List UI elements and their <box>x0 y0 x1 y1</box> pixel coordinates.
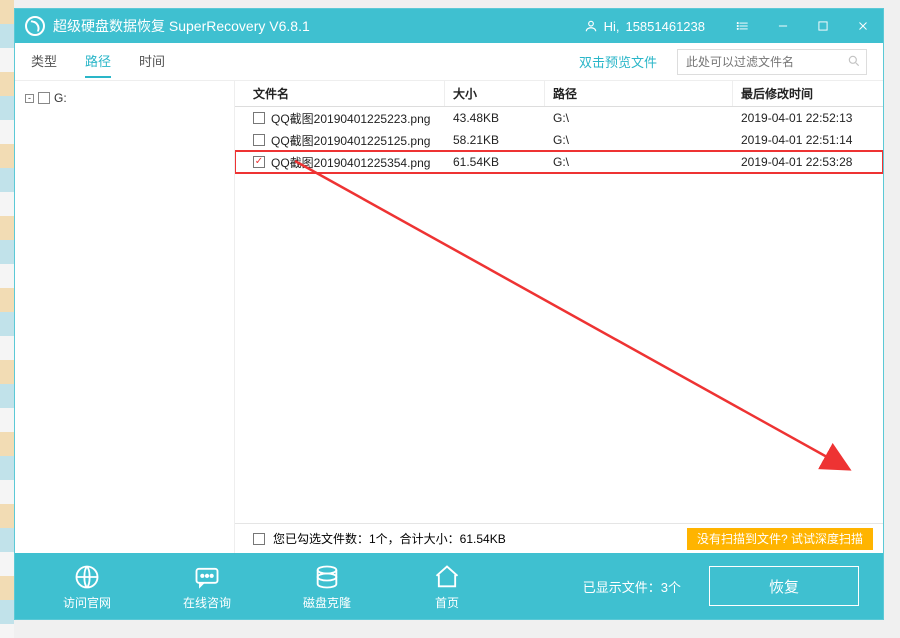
tree-root-label: G: <box>54 91 67 105</box>
app-logo-icon <box>25 16 45 36</box>
selection-summary: 您已勾选文件数：1个，合计大小：61.54KB <box>273 530 506 547</box>
tab-type[interactable]: 类型 <box>31 45 57 78</box>
chat-icon <box>192 562 222 592</box>
footer-site-label: 访问官网 <box>63 594 111 611</box>
col-name[interactable]: 文件名 <box>235 81 445 106</box>
file-rows: QQ截图20190401225223.png43.48KBG:\2019-04-… <box>235 107 883 523</box>
app-window: 超级硬盘数据恢复 SuperRecovery V6.8.1 Hi, 1585146… <box>14 8 884 620</box>
statusbar: 您已勾选文件数：1个，合计大小：61.54KB 没有扫描到文件? 试试深度扫描 <box>235 523 883 553</box>
tab-time[interactable]: 时间 <box>139 45 165 78</box>
search-box <box>677 49 867 75</box>
file-mtime: 2019-04-01 22:53:28 <box>733 155 883 169</box>
row-checkbox[interactable] <box>253 156 265 168</box>
disk-icon <box>312 562 342 592</box>
file-name: QQ截图20190401225125.png <box>271 132 430 149</box>
row-checkbox[interactable] <box>253 134 265 146</box>
footer: 访问官网 在线咨询 磁盘克隆 首页 已显示文件：3个 恢复 <box>15 553 883 619</box>
file-name: QQ截图20190401225223.png <box>271 110 430 127</box>
tab-path[interactable]: 路径 <box>85 45 111 78</box>
home-icon <box>432 562 462 592</box>
row-checkbox[interactable] <box>253 112 265 124</box>
select-all-checkbox[interactable] <box>253 533 265 545</box>
tree-checkbox[interactable] <box>38 92 50 104</box>
tree-root[interactable]: - G: <box>25 89 224 107</box>
recover-button[interactable]: 恢复 <box>709 566 859 606</box>
table-row[interactable]: QQ截图20190401225354.png 61.54KBG:\2019-04-… <box>235 151 883 173</box>
col-time[interactable]: 最后修改时间 <box>733 81 883 106</box>
body: - G: 文件名 大小 路径 最后修改时间 QQ截图20190401225223… <box>15 81 883 553</box>
minimize-button[interactable] <box>763 9 803 43</box>
search-input[interactable] <box>677 49 867 75</box>
column-headers: 文件名 大小 路径 最后修改时间 <box>235 81 883 107</box>
file-name: QQ截图20190401225354.png <box>271 154 430 171</box>
table-row[interactable]: QQ截图20190401225125.png 58.21KBG:\2019-04-… <box>235 129 883 151</box>
footer-home-button[interactable]: 首页 <box>387 562 507 611</box>
user-id: 15851461238 <box>625 19 705 34</box>
filter-tabs: 类型 路径 时间 <box>31 45 165 78</box>
sidebar: - G: <box>15 81 235 553</box>
file-panel: 文件名 大小 路径 最后修改时间 QQ截图20190401225223.png 4… <box>235 81 883 553</box>
shown-count: 已显示文件：3个 <box>583 577 681 596</box>
footer-chat-label: 在线咨询 <box>183 594 231 611</box>
toolbar: 类型 路径 时间 双击预览文件 <box>15 43 883 81</box>
footer-chat-button[interactable]: 在线咨询 <box>147 562 267 611</box>
file-mtime: 2019-04-01 22:52:13 <box>733 111 883 125</box>
close-button[interactable] <box>843 9 883 43</box>
footer-home-label: 首页 <box>435 594 459 611</box>
table-row[interactable]: QQ截图20190401225223.png 43.48KBG:\2019-04-… <box>235 107 883 129</box>
footer-clone-button[interactable]: 磁盘克隆 <box>267 562 387 611</box>
user-area[interactable]: Hi, 15851461238 <box>584 19 705 34</box>
tree-expander-icon[interactable]: - <box>25 94 34 103</box>
preview-hint[interactable]: 双击预览文件 <box>579 52 657 71</box>
titlebar[interactable]: 超级硬盘数据恢复 SuperRecovery V6.8.1 Hi, 1585146… <box>15 9 883 43</box>
globe-icon <box>72 562 102 592</box>
file-size: 61.54KB <box>445 155 545 169</box>
deep-scan-button[interactable]: 没有扫描到文件? 试试深度扫描 <box>687 528 873 550</box>
search-icon <box>847 54 861 68</box>
menu-button[interactable] <box>723 9 763 43</box>
file-size: 58.21KB <box>445 133 545 147</box>
decorative-edge <box>0 0 14 638</box>
file-size: 43.48KB <box>445 111 545 125</box>
col-path[interactable]: 路径 <box>545 81 733 106</box>
file-mtime: 2019-04-01 22:51:14 <box>733 133 883 147</box>
maximize-button[interactable] <box>803 9 843 43</box>
col-size[interactable]: 大小 <box>445 81 545 106</box>
footer-site-button[interactable]: 访问官网 <box>27 562 147 611</box>
user-prefix: Hi, <box>604 19 620 34</box>
app-title: 超级硬盘数据恢复 SuperRecovery V6.8.1 <box>53 16 310 36</box>
file-path: G:\ <box>545 155 733 169</box>
footer-clone-label: 磁盘克隆 <box>303 594 351 611</box>
file-path: G:\ <box>545 111 733 125</box>
window-controls <box>723 9 883 43</box>
file-path: G:\ <box>545 133 733 147</box>
user-icon <box>584 19 598 33</box>
